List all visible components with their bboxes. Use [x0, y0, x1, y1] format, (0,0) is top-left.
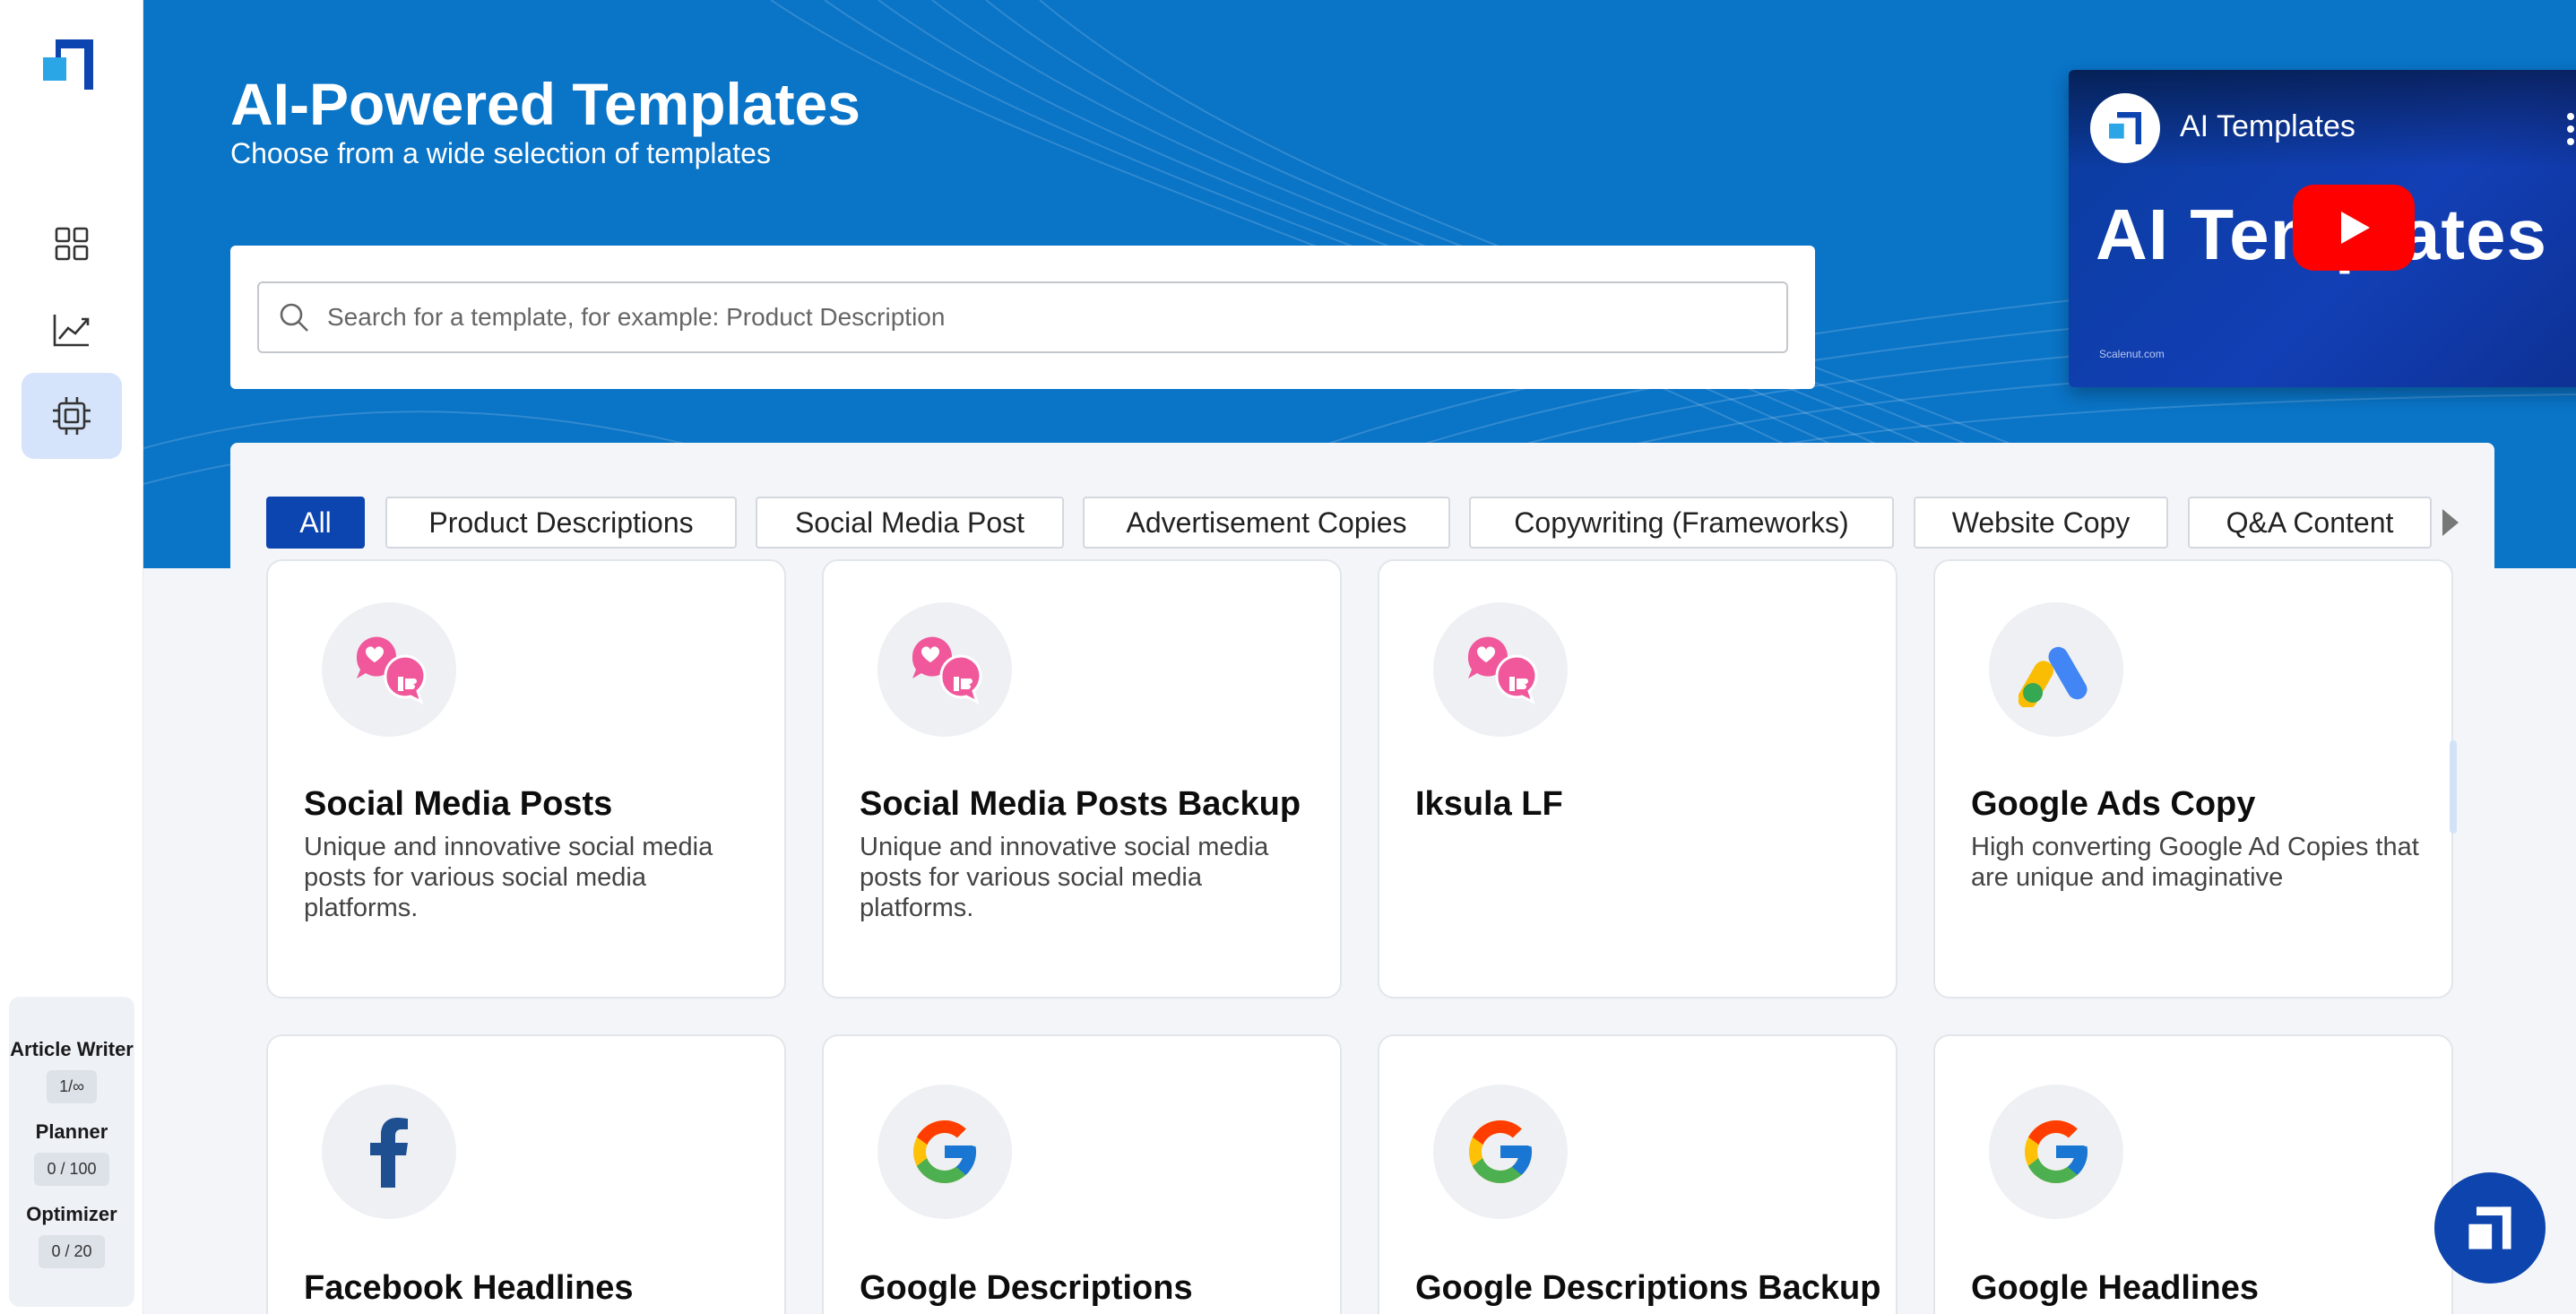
nav-ai-templates[interactable]	[22, 373, 122, 459]
filter-chip-copywriting[interactable]: Copywriting (Frameworks)	[1469, 497, 1894, 549]
usage-count: 0 / 20	[39, 1235, 105, 1268]
sidebar: Article Writer 1/∞ Planner 0 / 100 Optim…	[0, 0, 143, 1314]
google-icon	[877, 1085, 1012, 1219]
usage-count: 0 / 100	[34, 1153, 109, 1186]
scrollbar-thumb[interactable]	[2450, 740, 2457, 834]
template-card[interactable]: Google Ads Copy High converting Google A…	[1933, 559, 2453, 998]
social-media-icon	[877, 602, 1012, 737]
logo-icon[interactable]	[43, 39, 93, 90]
play-button[interactable]	[2293, 185, 2415, 271]
usage-planner: Planner 0 / 100	[9, 1120, 134, 1186]
more-vertical-icon[interactable]	[2567, 113, 2576, 151]
filter-chip-website-copy[interactable]: Website Copy	[1914, 497, 2168, 549]
filter-chip-advertisement-copies[interactable]: Advertisement Copies	[1083, 497, 1450, 549]
template-card-title: Google Headlines	[1971, 1269, 2259, 1307]
chart-line-icon	[53, 315, 90, 347]
template-card[interactable]: Google Headlines	[1933, 1034, 2453, 1314]
template-grid: Social Media Posts Unique and innovative…	[230, 559, 2494, 1314]
usage-article-writer: Article Writer 1/∞	[9, 1038, 134, 1103]
template-card[interactable]: Social Media Posts Unique and innovative…	[266, 559, 786, 998]
template-card[interactable]: Iksula LF	[1378, 559, 1897, 998]
template-card-title: Google Ads Copy	[1971, 785, 2256, 823]
channel-avatar[interactable]	[2090, 93, 2160, 163]
nav-dashboard[interactable]	[22, 201, 122, 287]
google-icon	[1433, 1085, 1568, 1219]
page-title: AI-Powered Templates	[230, 71, 860, 137]
template-card-title: Social Media Posts Backup	[860, 785, 1301, 823]
template-card-title: Social Media Posts	[304, 785, 613, 823]
filter-chip-all[interactable]: All	[266, 497, 365, 549]
template-card[interactable]: Google Descriptions Backup	[1378, 1034, 1897, 1314]
template-card[interactable]: Facebook Headlines	[266, 1034, 786, 1314]
template-card-description: High converting Google Ad Copies that ar…	[1971, 833, 2419, 892]
usage-label: Article Writer	[10, 1038, 134, 1060]
video-title[interactable]: AI Templates	[2180, 109, 2356, 144]
template-card-title: Google Descriptions Backup	[1415, 1269, 1881, 1307]
filter-chip-qa-content[interactable]: Q&A Content	[2188, 497, 2432, 549]
nav-analytics[interactable]	[22, 287, 122, 373]
usage-label: Planner	[35, 1120, 108, 1143]
google-ads-icon	[1989, 602, 2123, 737]
scroll-right-icon[interactable]	[2442, 509, 2459, 536]
video-watermark: Scalenut.com	[2099, 348, 2165, 360]
social-media-icon	[1433, 602, 1568, 737]
filter-chip-social-media-post[interactable]: Social Media Post	[756, 497, 1064, 549]
search-panel	[230, 246, 1815, 389]
usage-panel: Article Writer 1/∞ Planner 0 / 100 Optim…	[9, 997, 134, 1307]
template-card-title: Google Descriptions	[860, 1269, 1193, 1307]
template-card-title: Facebook Headlines	[304, 1269, 634, 1307]
help-chat-button[interactable]	[2434, 1172, 2546, 1284]
template-card[interactable]: Google Descriptions	[822, 1034, 1342, 1314]
usage-count: 1/∞	[47, 1070, 97, 1103]
google-icon	[1989, 1085, 2123, 1219]
play-icon	[2341, 212, 2370, 244]
usage-optimizer: Optimizer 0 / 20	[9, 1203, 134, 1268]
page-subtitle: Choose from a wide selection of template…	[230, 137, 771, 169]
grid-icon	[55, 227, 89, 261]
logo-icon	[2468, 1206, 2511, 1249]
category-filters: All Product Descriptions Social Media Po…	[230, 443, 2494, 568]
chip-icon	[53, 397, 91, 435]
social-media-icon	[322, 602, 456, 737]
search-icon	[280, 303, 308, 332]
search-box[interactable]	[257, 281, 1788, 353]
search-input[interactable]	[327, 303, 1743, 332]
intro-video[interactable]: AI Templates AI Templates Scalenut.com	[2069, 70, 2576, 387]
filter-chip-product-descriptions[interactable]: Product Descriptions	[385, 497, 737, 549]
template-card[interactable]: Social Media Posts Backup Unique and inn…	[822, 559, 1342, 998]
facebook-icon	[322, 1085, 456, 1219]
template-card-description: Unique and innovative social media posts…	[860, 833, 1269, 922]
usage-label: Optimizer	[26, 1203, 117, 1225]
template-card-title: Iksula LF	[1415, 785, 1563, 823]
template-card-description: Unique and innovative social media posts…	[304, 833, 713, 922]
